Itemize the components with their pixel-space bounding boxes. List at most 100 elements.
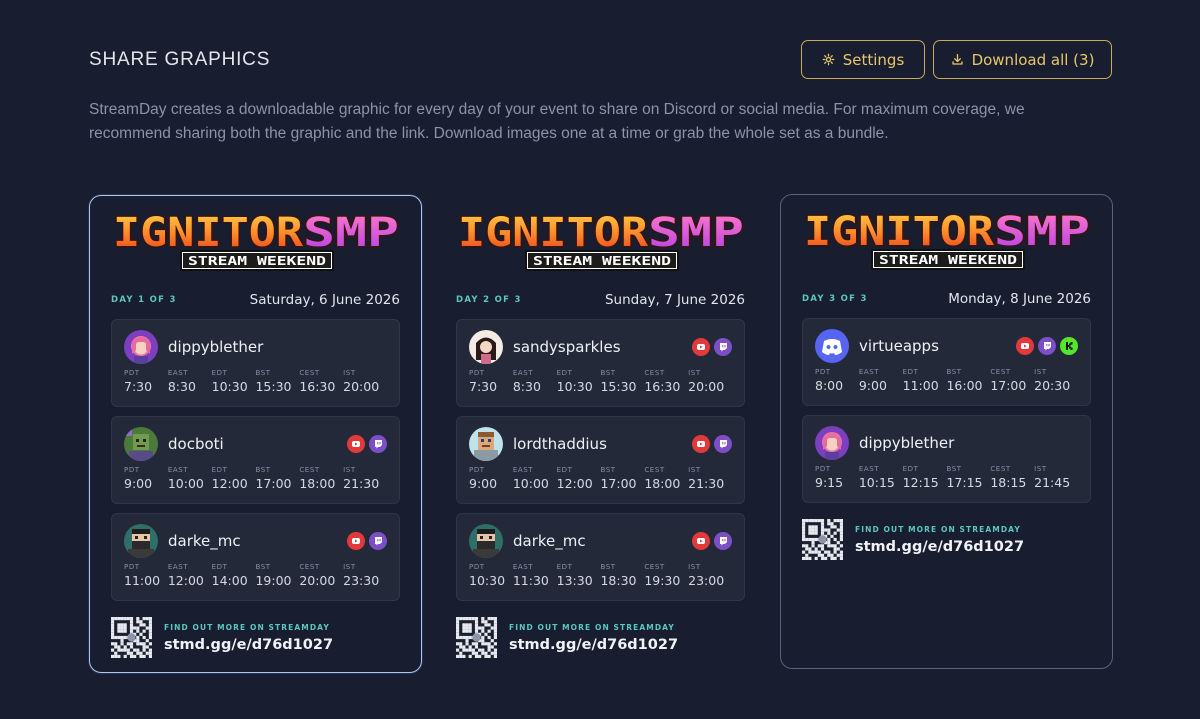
timezone-cell: IST 23:30 bbox=[343, 563, 387, 588]
event-link[interactable]: stmd.gg/e/d76d1027 bbox=[164, 637, 333, 653]
avatar bbox=[815, 329, 849, 363]
dark-hair-avatar bbox=[469, 330, 503, 364]
event-logo: IGNITOR SMP STREAM WEEKEND bbox=[112, 209, 400, 271]
timezone-time: 9:00 bbox=[124, 476, 153, 491]
timezone-cell: EAST 10:15 bbox=[859, 465, 903, 490]
timezone-cell: CEST 19:30 bbox=[644, 563, 688, 588]
platform-icons bbox=[692, 435, 732, 453]
timezone-cell: PDT 9:15 bbox=[815, 465, 859, 490]
timezone-time: 11:00 bbox=[902, 378, 939, 393]
timezone-label: IST bbox=[688, 466, 701, 474]
youtube-icon[interactable] bbox=[1016, 337, 1034, 355]
youtube-icon[interactable] bbox=[347, 532, 365, 550]
timezone-time: 20:00 bbox=[299, 573, 336, 588]
twitch-icon[interactable] bbox=[1038, 337, 1056, 355]
event-link[interactable]: stmd.gg/e/d76d1027 bbox=[855, 539, 1024, 555]
event-link[interactable]: stmd.gg/e/d76d1027 bbox=[509, 637, 678, 653]
timezone-cell: IST 21:45 bbox=[1034, 465, 1078, 490]
logo-smp: SMP bbox=[303, 210, 399, 256]
timezone-label: BST bbox=[600, 369, 616, 377]
streamer-name: dippyblether bbox=[168, 338, 264, 356]
timezone-label: PDT bbox=[815, 465, 831, 473]
timezone-cell: IST 20:00 bbox=[688, 369, 732, 394]
settings-button[interactable]: Settings bbox=[801, 40, 925, 79]
kick-icon[interactable] bbox=[1060, 337, 1078, 355]
day-label: DAY 3 OF 3 bbox=[802, 294, 868, 304]
timezone-cell: EDT 12:00 bbox=[212, 466, 256, 491]
minecraft-knight-avatar bbox=[469, 427, 503, 461]
timezone-time: 15:30 bbox=[600, 379, 637, 394]
youtube-icon[interactable] bbox=[692, 435, 710, 453]
schedule-slot: docboti PDT 9:00 EAST 10:00 EDT 12:00 BS… bbox=[111, 416, 400, 504]
timezone-cell: CEST 18:00 bbox=[644, 466, 688, 491]
gear-icon bbox=[822, 53, 835, 66]
timezone-time: 10:15 bbox=[858, 475, 895, 490]
day-label: DAY 1 OF 3 bbox=[111, 295, 177, 305]
streamer-name: dippyblether bbox=[859, 434, 955, 452]
timezone-time: 9:00 bbox=[469, 476, 498, 491]
streamer-name: darke_mc bbox=[168, 532, 241, 550]
timezone-cell: EAST 10:00 bbox=[168, 466, 212, 491]
twitch-icon[interactable] bbox=[714, 338, 732, 356]
timezone-time: 23:00 bbox=[688, 573, 725, 588]
youtube-icon[interactable] bbox=[347, 435, 365, 453]
timezone-time: 10:30 bbox=[211, 379, 248, 394]
timezone-cell: PDT 9:00 bbox=[469, 466, 513, 491]
youtube-icon[interactable] bbox=[692, 532, 710, 550]
timezone-label: CEST bbox=[644, 563, 665, 571]
timezone-cell: BST 16:00 bbox=[946, 368, 990, 393]
timezone-label: EDT bbox=[556, 563, 573, 571]
logo-subtitle: STREAM WEEKEND bbox=[879, 253, 1017, 267]
timezone-cell: IST 21:30 bbox=[688, 466, 732, 491]
discord-avatar bbox=[815, 329, 849, 363]
timezone-label: PDT bbox=[469, 369, 485, 377]
timezone-time: 16:00 bbox=[946, 378, 983, 393]
schedule-slot: lordthaddius PDT 9:00 EAST 10:00 EDT 12:… bbox=[456, 416, 745, 504]
time-row: PDT 8:00 EAST 9:00 EDT 11:00 BST 16:00 C… bbox=[815, 368, 1078, 393]
share-graphic-card-day-2[interactable]: IGNITOR SMP STREAM WEEKEND DAY 2 OF 3 Su… bbox=[434, 195, 767, 673]
minecraft-bearded-avatar bbox=[469, 524, 503, 558]
timezone-time: 16:30 bbox=[299, 379, 336, 394]
share-graphic-card-day-1[interactable]: IGNITOR SMP STREAM WEEKEND DAY 1 OF 3 Sa… bbox=[89, 195, 422, 673]
schedule-slot: dippyblether PDT 7:30 EAST 8:30 EDT 10:3… bbox=[111, 319, 400, 407]
timezone-cell: IST 20:00 bbox=[343, 369, 387, 394]
timezone-label: EAST bbox=[858, 368, 880, 376]
twitch-icon[interactable] bbox=[714, 532, 732, 550]
youtube-icon[interactable] bbox=[692, 338, 710, 356]
timezone-time: 15:30 bbox=[255, 379, 292, 394]
find-out-more-label: FIND OUT MORE ON STREAMDAY bbox=[509, 622, 675, 632]
qr-code bbox=[802, 519, 843, 560]
timezone-cell: BST 18:30 bbox=[600, 563, 644, 588]
avatar bbox=[469, 524, 503, 558]
logo-smp: SMP bbox=[648, 210, 744, 256]
timezone-time: 10:00 bbox=[512, 476, 549, 491]
download-all-label: Download all (3) bbox=[971, 50, 1095, 69]
timezone-cell: EDT 12:15 bbox=[903, 465, 947, 490]
timezone-cell: EDT 10:30 bbox=[212, 369, 256, 394]
share-graphic-card-day-3[interactable]: IGNITOR SMP STREAM WEEKEND DAY 3 OF 3 Mo… bbox=[780, 194, 1113, 669]
twitch-icon[interactable] bbox=[369, 532, 387, 550]
card-footer: FIND OUT MORE ON STREAMDAY stmd.gg/e/d76… bbox=[456, 617, 745, 658]
timezone-time: 8:30 bbox=[512, 379, 541, 394]
timezone-cell: PDT 8:00 bbox=[815, 368, 859, 393]
timezone-label: BST bbox=[255, 369, 271, 377]
streamer-name: lordthaddius bbox=[513, 435, 607, 453]
timezone-time: 7:30 bbox=[469, 379, 498, 394]
timezone-cell: BST 17:15 bbox=[946, 465, 990, 490]
twitch-icon[interactable] bbox=[714, 435, 732, 453]
timezone-time: 11:30 bbox=[512, 573, 549, 588]
timezone-time: 12:00 bbox=[556, 476, 593, 491]
download-all-button[interactable]: Download all (3) bbox=[933, 40, 1112, 79]
timezone-label: IST bbox=[343, 563, 356, 571]
timezone-time: 9:00 bbox=[858, 378, 887, 393]
timezone-cell: EDT 14:00 bbox=[212, 563, 256, 588]
timezone-time: 8:30 bbox=[167, 379, 196, 394]
timezone-cell: EDT 10:30 bbox=[557, 369, 601, 394]
twitch-icon[interactable] bbox=[369, 435, 387, 453]
avatar bbox=[469, 330, 503, 364]
timezone-label: EAST bbox=[512, 369, 534, 377]
timezone-label: CEST bbox=[644, 369, 665, 377]
schedule-slot: darke_mc PDT 11:00 EAST 12:00 EDT 14:00 … bbox=[111, 513, 400, 601]
timezone-time: 21:30 bbox=[343, 476, 380, 491]
platform-icons bbox=[692, 338, 732, 356]
